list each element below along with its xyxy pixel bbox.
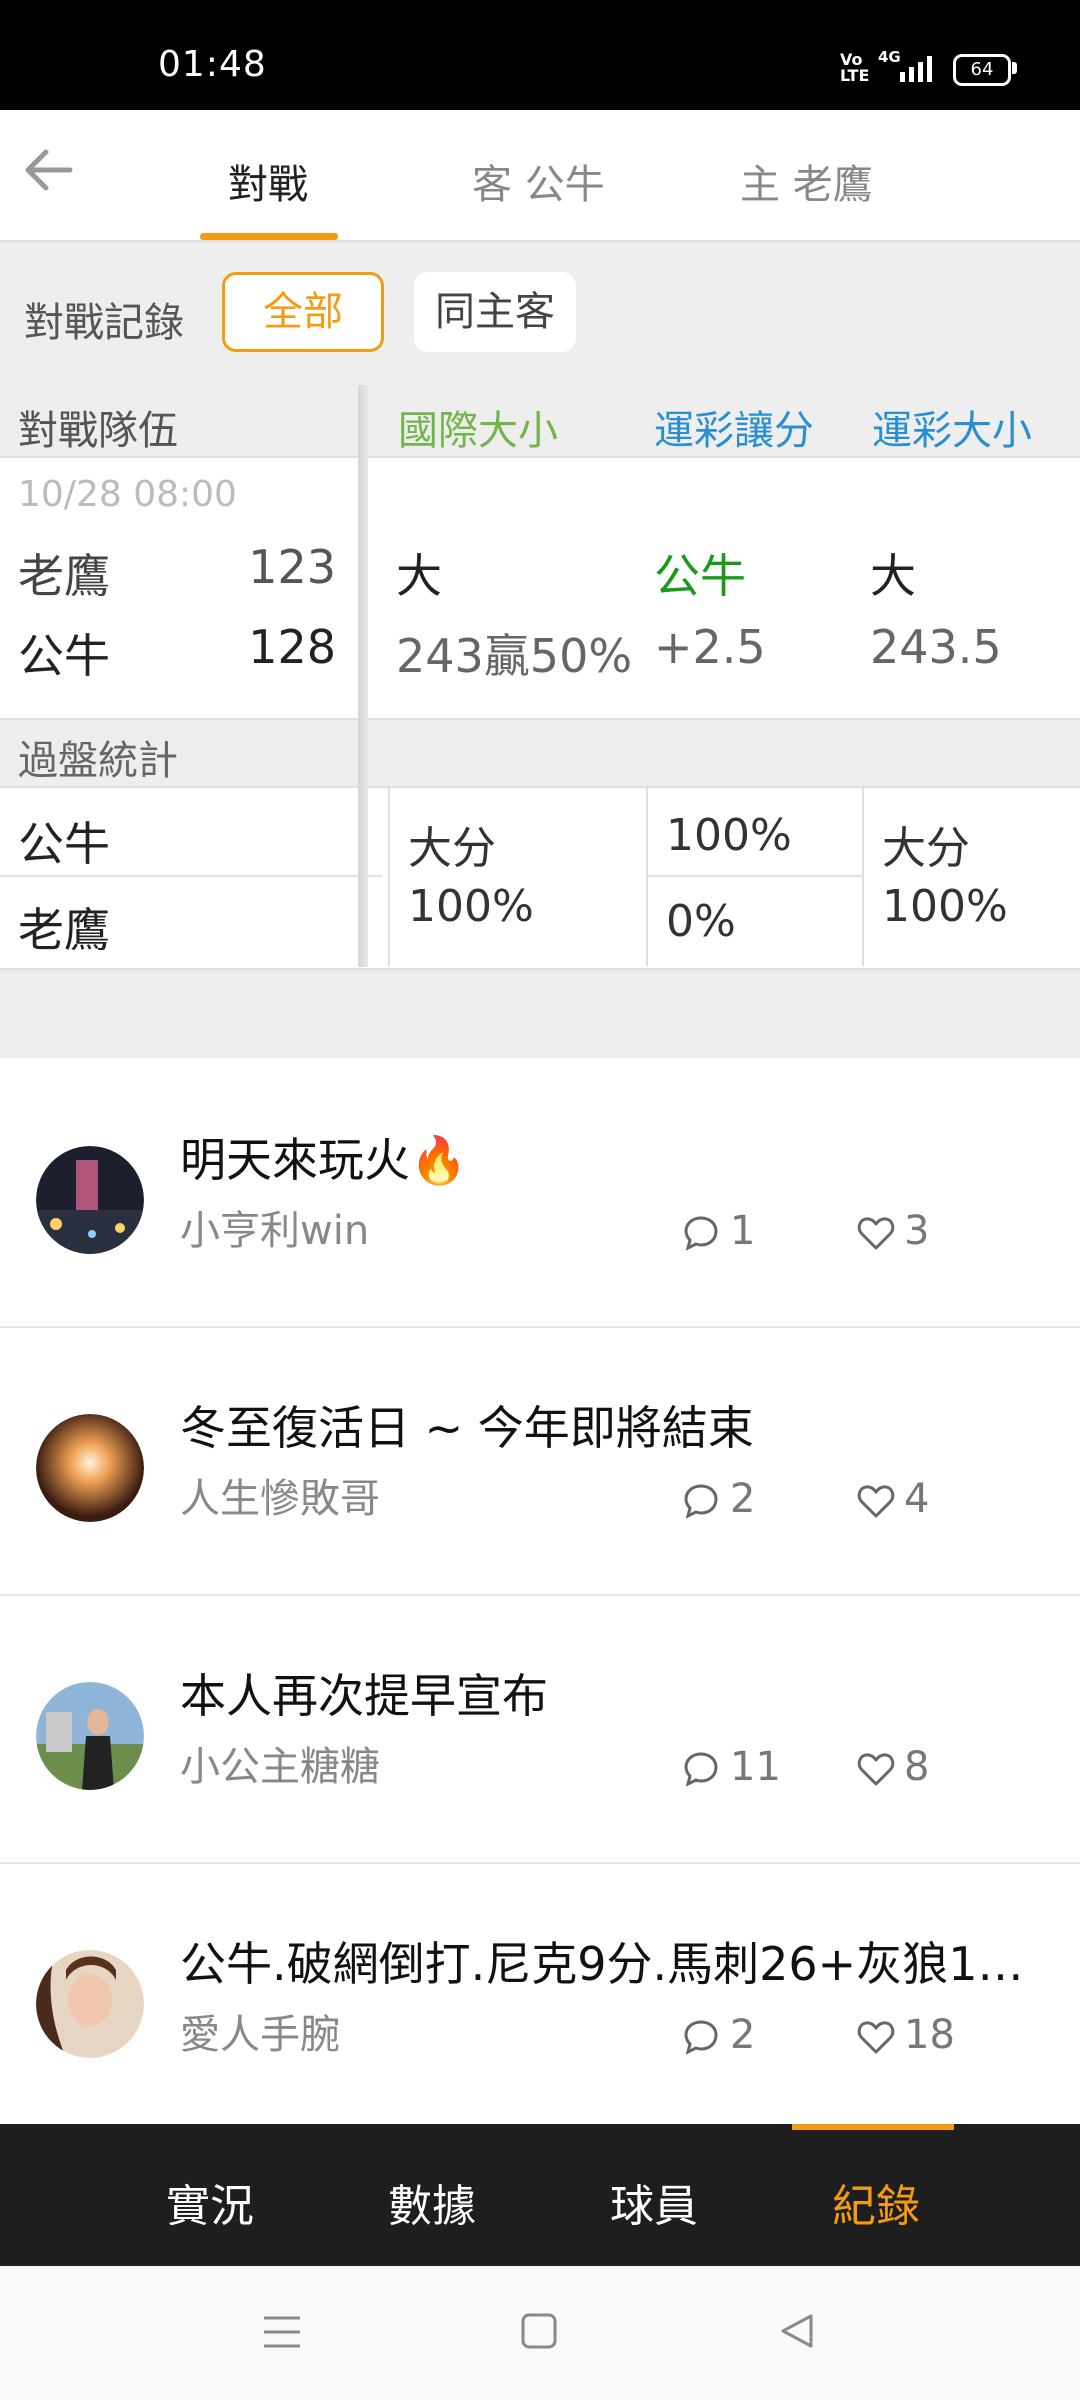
network-type: 4G <box>878 48 901 66</box>
post-item[interactable]: 冬至復活日 ~ 今年即將結束 人生慘敗哥 2 4 <box>0 1326 1080 1596</box>
signal-icon <box>900 56 932 82</box>
stats-team-2: 老鷹 <box>18 903 110 957</box>
post-title[interactable]: 冬至復活日 ~ 今年即將結束 <box>180 1392 1050 1458</box>
column-header-intl-total: 國際大小 <box>398 408 558 454</box>
row1-intl-total: 大 <box>396 549 442 603</box>
row2-lottery-total: 243.5 <box>870 620 1002 674</box>
row2-intl-total: 243贏50% <box>396 629 633 683</box>
stats-divider <box>0 875 382 877</box>
bottom-nav: 實況 數據 球員 紀錄 <box>0 2124 1080 2266</box>
avatar[interactable] <box>36 1414 144 1522</box>
row2-team: 公牛 <box>18 629 110 683</box>
row1-lottery-total: 大 <box>870 549 916 603</box>
heart-icon[interactable] <box>856 1482 896 1520</box>
volte-icon: Vo LTE <box>840 50 870 85</box>
heart-icon[interactable] <box>856 2018 896 2056</box>
like-count: 4 <box>904 1476 930 1522</box>
nav-records[interactable]: 紀錄 <box>832 2170 920 2234</box>
comment-icon[interactable] <box>682 1214 720 1252</box>
comment-count: 1 <box>730 1208 756 1254</box>
column-header-lottery-total: 運彩大小 <box>872 408 1032 454</box>
stats-lottery-total-label: 大分 <box>882 823 970 874</box>
filter-same-venue-chip[interactable]: 同主客 <box>414 272 576 352</box>
stats-intl-total-pct: 100% <box>408 881 534 932</box>
home-square-icon[interactable] <box>520 2312 558 2350</box>
stats-spread-divider <box>648 875 862 877</box>
comment-icon[interactable] <box>682 1482 720 1520</box>
tab-away-team[interactable]: 客 公牛 <box>472 152 605 212</box>
post-author: 愛人手腕 <box>180 2012 340 2058</box>
back-triangle-icon[interactable] <box>778 2312 816 2350</box>
active-tab-indicator <box>200 233 338 240</box>
stats-team-1: 公牛 <box>18 817 110 871</box>
heart-icon[interactable] <box>856 1750 896 1788</box>
active-nav-indicator <box>792 2124 954 2130</box>
post-author: 人生慘敗哥 <box>180 1476 380 1522</box>
stats-label: 過盤統計 <box>18 738 178 784</box>
back-arrow-icon[interactable] <box>20 140 80 200</box>
heart-icon[interactable] <box>856 1214 896 1252</box>
comment-count: 2 <box>730 1476 756 1522</box>
nav-players[interactable]: 球員 <box>610 2170 698 2234</box>
post-author: 小亨利win <box>180 1208 370 1254</box>
battery-tip <box>1012 62 1017 74</box>
avatar[interactable] <box>36 1950 144 2058</box>
stats-spread-top: 100% <box>666 810 792 861</box>
nav-data[interactable]: 數據 <box>388 2170 476 2234</box>
row1-score: 123 <box>248 540 336 594</box>
column-header-team: 對戰隊伍 <box>18 408 178 454</box>
status-bar: 01:48 Vo LTE 4G 64 <box>0 0 1080 110</box>
menu-icon[interactable] <box>262 2314 302 2350</box>
sticky-column-shadow <box>358 385 368 967</box>
stats-column-divider <box>388 786 390 966</box>
like-count: 8 <box>904 1744 930 1790</box>
stats-lottery-total: 大分 100% <box>882 820 1008 936</box>
system-nav-bar <box>0 2266 1080 2400</box>
post-author: 小公主糖糖 <box>180 1744 380 1790</box>
stats-column-divider <box>862 786 864 966</box>
tab-home-team[interactable]: 主 老鷹 <box>740 152 873 212</box>
nav-live[interactable]: 實況 <box>166 2170 254 2234</box>
filter-all-chip[interactable]: 全部 <box>222 272 384 352</box>
row2-score: 128 <box>248 620 336 674</box>
stats-lottery-total-pct: 100% <box>882 881 1008 932</box>
stats-intl-total: 大分 100% <box>408 820 534 936</box>
tab-matchup[interactable]: 對戰 <box>228 152 308 212</box>
comment-count: 2 <box>730 2012 756 2058</box>
status-time: 01:48 <box>158 44 267 85</box>
stats-intl-total-label: 大分 <box>408 823 496 874</box>
top-tab-bar: 對戰 客 公牛 主 老鷹 <box>0 110 1080 243</box>
like-count: 18 <box>904 2012 955 2058</box>
game-date: 10/28 08:00 <box>18 474 237 515</box>
avatar[interactable] <box>36 1146 144 1254</box>
battery-icon: 64 <box>953 54 1011 86</box>
like-count: 3 <box>904 1208 930 1254</box>
post-title[interactable]: 本人再次提早宣布 <box>180 1660 1050 1726</box>
filter-label: 對戰記錄 <box>24 300 184 346</box>
post-title[interactable]: 明天來玩火🔥 <box>180 1124 1050 1190</box>
post-title[interactable]: 公牛.破網倒打.尼克9分.馬刺26+灰狼17... <box>180 1928 1050 1994</box>
row1-team: 老鷹 <box>18 549 110 603</box>
post-item[interactable]: 本人再次提早宣布 小公主糖糖 11 8 <box>0 1594 1080 1864</box>
avatar[interactable] <box>36 1682 144 1790</box>
column-header-lottery-spread: 運彩讓分 <box>654 408 814 454</box>
comment-count: 11 <box>730 1744 781 1790</box>
stats-spread-bottom: 0% <box>666 896 736 947</box>
row2-lottery-spread: +2.5 <box>654 620 766 674</box>
post-item[interactable]: 公牛.破網倒打.尼克9分.馬刺26+灰狼17... 愛人手腕 2 18 <box>0 1862 1080 2130</box>
comment-icon[interactable] <box>682 1750 720 1788</box>
post-item[interactable]: 明天來玩火🔥 小亨利win 1 3 <box>0 1058 1080 1328</box>
comment-icon[interactable] <box>682 2018 720 2056</box>
row1-lottery-spread: 公牛 <box>654 549 746 603</box>
